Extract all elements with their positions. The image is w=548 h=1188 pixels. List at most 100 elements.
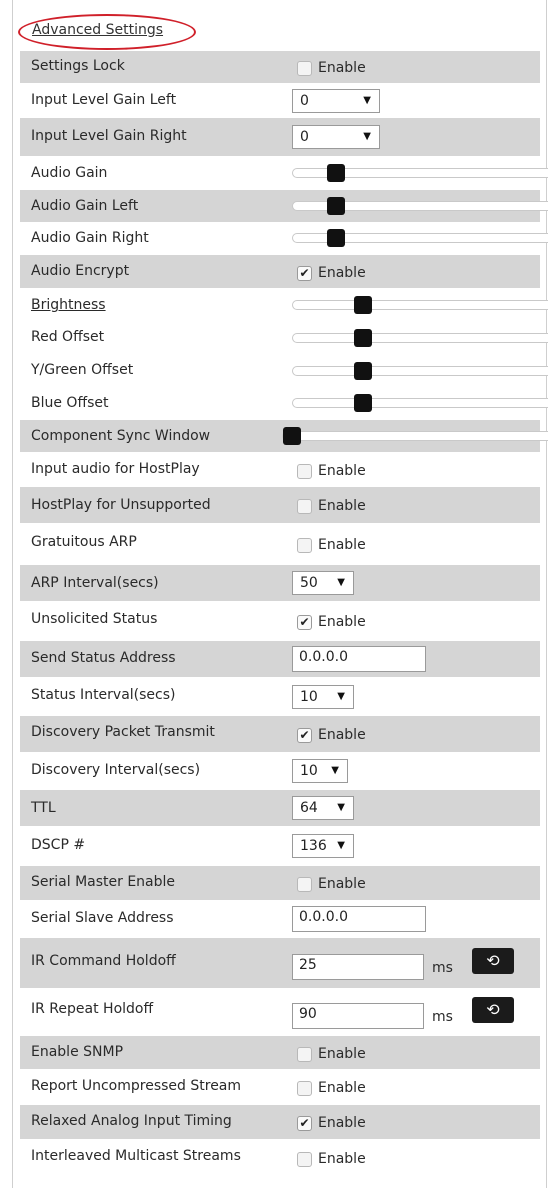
row-relaxed-analog: Relaxed Analog Input Timing ✔ Enable (20, 1105, 540, 1139)
row-enable-snmp: Enable SNMP Enable (20, 1036, 540, 1069)
checkbox-interleaved-multicast[interactable] (297, 1152, 312, 1167)
select-status-interval[interactable]: 10 ▼ (292, 684, 354, 709)
select-input-gain-left[interactable]: 0 ▼ (292, 88, 380, 113)
label-input-gain-left: Input Level Gain Left (31, 92, 177, 108)
slider-knob[interactable] (327, 197, 345, 215)
row-unsolicited-status: Unsolicited Status ✔ Enable (20, 602, 540, 640)
checkbox-audio-encrypt[interactable]: ✔ (297, 265, 312, 281)
dropdown-arrow-icon: ▼ (331, 765, 339, 776)
row-blue-offset: Blue Offset (20, 387, 548, 419)
row-audio-gain-left: Audio Gain Left (20, 190, 548, 222)
label-blue-offset: Blue Offset (31, 395, 109, 411)
enable-text: Enable (318, 462, 366, 479)
row-red-offset: Red Offset (20, 321, 548, 354)
label-audio-gain-left: Audio Gain Left (31, 198, 139, 214)
label-send-status-address: Send Status Address (31, 650, 176, 666)
input-send-status-address[interactable]: 0.0.0.0 (292, 646, 426, 672)
dropdown-arrow-icon: ▼ (337, 802, 345, 813)
row-ir-command-holdoff: IR Command Holdoff 25 ms ⟲ (20, 938, 540, 988)
select-value: 0 (300, 92, 309, 109)
row-arp-interval: ARP Interval(secs) 50 ▼ (20, 565, 540, 601)
slider-knob[interactable] (354, 296, 372, 314)
select-value: 64 (300, 800, 318, 816)
label-discovery-interval: Discovery Interval(secs) (31, 762, 201, 778)
checkbox-enable-snmp[interactable] (297, 1046, 312, 1062)
label-ir-repeat-holdoff: IR Repeat Holdoff (31, 1001, 154, 1017)
select-discovery-interval[interactable]: 10 ▼ (292, 759, 348, 783)
slider-red-offset[interactable] (292, 328, 548, 347)
checkbox-discovery-packet[interactable]: ✔ (297, 728, 312, 743)
enable-text: Enable (318, 1151, 366, 1167)
checkbox-hostplay-unsupported[interactable] (297, 499, 312, 514)
slider-knob[interactable] (327, 229, 345, 247)
input-ir-repeat-holdoff[interactable]: 90 (292, 1003, 424, 1029)
label-audio-gain-right: Audio Gain Right (31, 230, 149, 246)
row-send-status-address: Send Status Address 0.0.0.0 (20, 641, 540, 677)
label-component-sync: Component Sync Window (31, 428, 211, 444)
row-discovery-interval: Discovery Interval(secs) 10 ▼ (20, 753, 540, 789)
advanced-settings-header[interactable]: Advanced Settings (18, 14, 196, 50)
row-hostplay-unsupported: HostPlay for Unsupported Enable (20, 487, 540, 523)
reset-ir-command-button[interactable]: ⟲ (472, 948, 514, 974)
row-green-offset: Y/Green Offset (20, 354, 548, 387)
checkbox-serial-master[interactable] (297, 877, 312, 892)
select-value: 10 (300, 763, 318, 779)
label-settings-lock: Settings Lock (31, 58, 125, 74)
row-gratuitous-arp: Gratuitous ARP Enable (20, 524, 540, 564)
row-report-uncompressed: Report Uncompressed Stream Enable (20, 1070, 540, 1104)
row-status-interval: Status Interval(secs) 10 ▼ (20, 678, 540, 715)
slider-knob[interactable] (327, 164, 345, 182)
label-interleaved-multicast: Interleaved Multicast Streams (31, 1148, 241, 1164)
checkbox-unsolicited-status[interactable]: ✔ (297, 615, 312, 630)
label-relaxed-analog: Relaxed Analog Input Timing (31, 1113, 232, 1129)
dropdown-arrow-icon: ▼ (363, 94, 371, 106)
reset-arrow-icon: ⟲ (486, 951, 500, 970)
checkbox-gratuitous-arp[interactable] (297, 538, 312, 553)
label-input-audio-hostplay: Input audio for HostPlay (31, 461, 200, 477)
slider-audio-gain[interactable] (292, 164, 548, 182)
slider-knob[interactable] (354, 394, 372, 412)
slider-knob[interactable] (283, 427, 301, 445)
input-serial-slave-address[interactable]: 0.0.0.0 (292, 906, 426, 932)
label-report-uncompressed: Report Uncompressed Stream (31, 1078, 242, 1094)
enable-text: Enable (318, 727, 366, 743)
slider-brightness[interactable] (292, 296, 548, 314)
input-ir-command-holdoff[interactable]: 25 (292, 954, 424, 980)
checkbox-report-uncompressed[interactable] (297, 1081, 312, 1096)
select-value: 136 (300, 838, 327, 854)
row-discovery-packet: Discovery Packet Transmit ✔ Enable (20, 716, 540, 752)
checkbox-relaxed-analog[interactable]: ✔ (297, 1116, 312, 1131)
slider-green-offset[interactable] (292, 361, 548, 380)
select-arp-interval[interactable]: 50 ▼ (292, 571, 354, 595)
row-interleaved-multicast: Interleaved Multicast Streams Enable (20, 1140, 540, 1176)
enable-text: Enable (318, 1045, 366, 1062)
row-input-gain-right: Input Level Gain Right 0 ▼ (20, 118, 540, 156)
row-serial-master: Serial Master Enable Enable (20, 866, 540, 900)
slider-component-sync[interactable] (282, 427, 548, 445)
row-ttl: TTL 64 ▼ (20, 790, 540, 826)
row-settings-lock: Settings Lock Enable (20, 51, 540, 83)
slider-blue-offset[interactable] (292, 394, 548, 412)
reset-ir-repeat-button[interactable]: ⟲ (472, 997, 514, 1023)
enable-text: Enable (318, 498, 366, 514)
label-arp-interval: ARP Interval(secs) (31, 575, 159, 591)
dropdown-arrow-icon: ▼ (337, 840, 345, 851)
select-dscp[interactable]: 136 ▼ (292, 834, 354, 858)
label-audio-gain: Audio Gain (31, 165, 108, 181)
enable-text: Enable (318, 1080, 366, 1096)
slider-knob[interactable] (354, 328, 372, 347)
slider-knob[interactable] (354, 361, 372, 380)
select-ttl[interactable]: 64 ▼ (292, 796, 354, 820)
slider-audio-gain-right[interactable] (292, 229, 548, 247)
checkbox-input-audio-hostplay[interactable] (297, 463, 312, 479)
enable-text: Enable (318, 1115, 366, 1131)
label-brightness[interactable]: Brightness (31, 297, 106, 313)
row-audio-gain-right: Audio Gain Right (20, 222, 548, 254)
label-discovery-packet: Discovery Packet Transmit (31, 724, 215, 740)
checkbox-settings-lock[interactable] (297, 61, 312, 76)
row-component-sync: Component Sync Window (20, 420, 548, 452)
enable-text: Enable (318, 60, 366, 76)
enable-text: Enable (318, 264, 366, 281)
select-input-gain-right[interactable]: 0 ▼ (292, 125, 380, 149)
slider-audio-gain-left[interactable] (292, 197, 548, 215)
